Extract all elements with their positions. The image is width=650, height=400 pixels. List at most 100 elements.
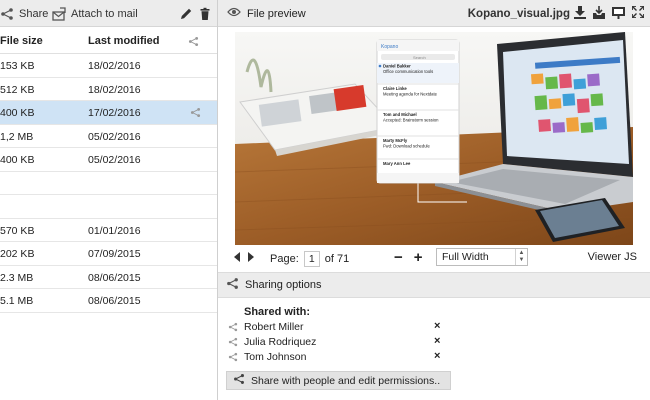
preview-image: Kopano Search Daniel Bakker Office commu… <box>235 32 633 245</box>
page-navigation <box>234 252 254 265</box>
share-button[interactable]: Share <box>0 0 48 27</box>
mail-item-subject: Office communication tools <box>383 69 433 74</box>
table-row[interactable] <box>0 172 218 195</box>
share-icon <box>228 352 238 365</box>
mail-item-subject: Meeting agenda for Nextdate <box>383 92 438 97</box>
file-list-header: File size Last modified <box>0 28 218 54</box>
save-icon[interactable] <box>593 6 605 22</box>
zoom-in-button[interactable]: + <box>414 249 423 266</box>
shared-person-name: Robert Miller <box>244 321 304 333</box>
modified-cell: 08/06/2015 <box>88 295 141 307</box>
fullscreen-icon[interactable] <box>631 5 645 22</box>
table-row[interactable]: 512 KB 18/02/2016 <box>0 78 218 101</box>
page-total: of 71 <box>324 253 350 265</box>
laptop-photo: Kopano Search Daniel Bakker Office commu… <box>235 32 633 245</box>
mail-item-subject: Fwd: Download schedule <box>383 144 430 149</box>
preview-search-label: Search <box>413 55 426 60</box>
page-label: Page: <box>270 253 299 265</box>
modified-cell: 08/06/2015 <box>88 271 141 284</box>
shared-with-label: Shared with: <box>244 306 311 318</box>
file-size-cell: 400 KB <box>0 154 35 166</box>
modified-cell: 07/09/2015 <box>88 248 141 260</box>
share-button-label: Share with people and edit permissions.. <box>251 374 441 387</box>
mail-item-from: Tom and Michael <box>383 112 417 117</box>
file-toolbar: Share Attach to mail <box>0 0 218 27</box>
list-item: Tom Johnson × <box>228 350 648 365</box>
page-number-input[interactable]: 1 <box>303 251 320 267</box>
attach-button-label: Attach to mail <box>71 7 138 20</box>
shared-with-list: Robert Miller × Julia Rodriquez × Tom Jo… <box>228 320 648 365</box>
table-row[interactable]: 202 KB 07/09/2015 <box>0 242 218 266</box>
shared-person-name: Tom Johnson <box>244 351 307 363</box>
remove-share-button[interactable]: × <box>434 335 440 347</box>
table-row[interactable]: 5.1 MB 08/06/2015 <box>0 289 218 313</box>
page-indicator: Page: 1 of 71 <box>270 251 349 267</box>
attach-to-mail-button[interactable]: Attach to mail <box>52 0 138 27</box>
modified-cell: 17/02/2016 <box>88 107 141 119</box>
sharing-options-label: Sharing options <box>245 279 322 291</box>
table-row[interactable]: 570 KB 01/01/2016 <box>0 219 218 242</box>
zoom-select-value: Full Width <box>442 251 489 263</box>
table-row[interactable] <box>0 195 218 219</box>
attach-mail-icon <box>52 6 66 21</box>
previous-page-icon[interactable] <box>234 252 241 265</box>
mail-item-from: Daniel Bakker <box>383 64 411 69</box>
share-icon[interactable] <box>190 107 201 121</box>
list-item: Julia Rodriquez × <box>228 335 648 350</box>
file-size-cell: 153 KB <box>0 60 35 72</box>
file-size-cell: 570 KB <box>0 224 35 237</box>
share-icon <box>0 7 14 21</box>
share-icon <box>228 337 238 350</box>
preview-app-name: Kopano <box>381 44 398 50</box>
column-last-modified[interactable]: Last modified <box>88 35 160 47</box>
download-icon[interactable] <box>574 6 586 22</box>
file-size-cell: 512 KB <box>0 83 35 96</box>
preview-title: File preview <box>227 0 306 27</box>
mail-item-from: Claire Linke <box>383 86 407 91</box>
zoom-out-button[interactable]: − <box>394 249 403 266</box>
table-row[interactable]: 153 KB 18/02/2016 <box>0 54 218 78</box>
share-icon <box>226 277 239 293</box>
delete-button[interactable] <box>198 0 212 27</box>
remove-share-button[interactable]: × <box>434 350 440 362</box>
modified-cell: 18/02/2016 <box>88 83 141 96</box>
modified-cell: 05/02/2016 <box>88 154 141 166</box>
remove-share-button[interactable]: × <box>434 320 440 332</box>
share-with-people-button[interactable]: Share with people and edit permissions.. <box>226 371 452 390</box>
preview-toolbar: File preview Kopano_visual.jpg <box>218 0 650 27</box>
edit-button[interactable] <box>179 0 193 27</box>
file-size-cell: 2.3 MB <box>0 271 34 284</box>
share-icon <box>228 322 238 335</box>
viewer-controls: Page: 1 of 71 − + Full Width ▲ ▼ Viewer J… <box>218 245 650 271</box>
table-row[interactable]: 1,2 MB 05/02/2016 <box>0 125 218 148</box>
modified-cell: 01/01/2016 <box>88 224 141 237</box>
next-page-icon[interactable] <box>247 252 254 265</box>
zoom-select[interactable]: Full Width ▲ ▼ <box>436 248 528 266</box>
mail-item-from: Marty McFly <box>383 138 408 143</box>
file-list-pane: Share Attach to mail File size Last modi… <box>0 0 218 400</box>
share-button-label: Share <box>19 7 49 20</box>
trash-icon <box>198 7 212 21</box>
viewer-name: Viewer JS <box>587 251 637 263</box>
share-icon <box>188 36 199 50</box>
share-icon <box>233 373 245 388</box>
present-icon[interactable] <box>612 6 625 22</box>
table-row[interactable]: 2.3 MB 08/06/2015 <box>0 266 218 289</box>
table-row-selected[interactable]: 400 KB 17/02/2016 <box>0 101 218 125</box>
preview-actions <box>574 5 645 22</box>
sharing-options-header[interactable]: Sharing options <box>218 272 650 298</box>
modified-cell: 05/02/2016 <box>88 130 141 143</box>
file-size-cell: 5.1 MB <box>0 295 34 307</box>
preview-filename: Kopano_visual.jpg <box>467 7 570 20</box>
app-window: Share Attach to mail File size Last modi… <box>0 0 650 400</box>
column-file-size[interactable]: File size <box>0 35 43 47</box>
list-item: Robert Miller × <box>228 320 648 335</box>
file-size-cell: 1,2 MB <box>0 130 34 143</box>
modified-cell: 18/02/2016 <box>88 60 141 72</box>
shared-person-name: Julia Rodriquez <box>244 336 317 348</box>
pencil-icon <box>179 7 193 21</box>
table-row[interactable]: 400 KB 05/02/2016 <box>0 148 218 172</box>
mail-item-from: Mary Ann Lee <box>383 161 411 166</box>
file-list: 153 KB 18/02/2016 512 KB 18/02/2016 400 KB… <box>0 54 218 313</box>
preview-title-label: File preview <box>247 7 306 20</box>
